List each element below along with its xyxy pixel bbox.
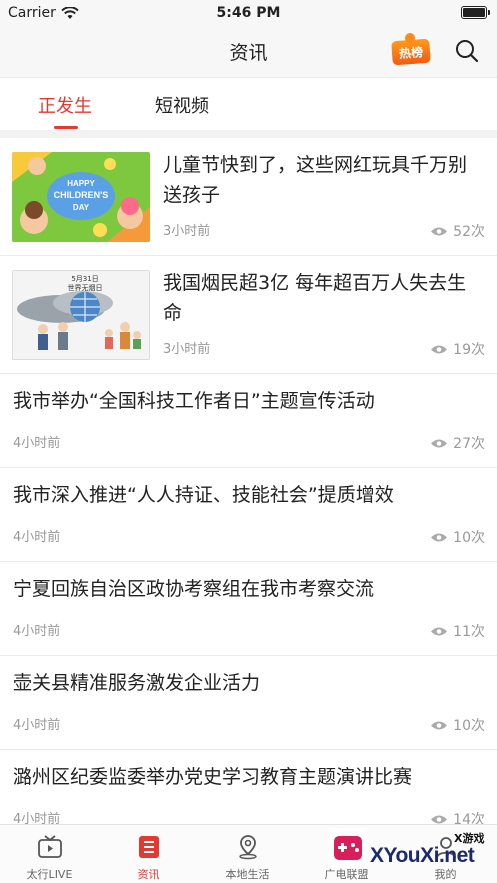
watermark: X游戏 XYouXi.net — [328, 826, 497, 883]
tabbar-label: 本地生活 — [225, 868, 270, 881]
news-feed: HAPPY CHILDREN'S DAY 儿童节快到了，这些网红玩具千万别送孩子… — [0, 138, 497, 844]
news-title: 壶关县精准服务激发企业活力 — [13, 672, 261, 694]
thumb-caption: 5月31日 — [71, 275, 98, 283]
eye-icon — [431, 227, 448, 235]
tv-icon — [38, 835, 62, 858]
news-item[interactable]: 壶关县精准服务激发企业活力 4小时前 10次 — [0, 656, 497, 750]
gamepad-logo-icon — [328, 828, 368, 868]
tabbar-item-live[interactable]: 太行LIVE — [0, 825, 99, 883]
tab-happening[interactable]: 正发生 — [38, 92, 92, 118]
status-bar: Carrier 5:46 PM — [0, 0, 497, 26]
thumb-caption: DAY — [73, 203, 90, 212]
eye-icon — [431, 533, 448, 541]
thumb-caption: HAPPY — [67, 179, 95, 188]
news-time: 4小时前 — [13, 530, 61, 545]
news-time: 3小时前 — [163, 224, 211, 239]
eye-icon — [431, 721, 448, 729]
news-item[interactable]: 5月31日 世界无烟日 我国烟民超3亿 每年超百万人失去生命 3小时前 19次 — [0, 256, 497, 374]
view-count: 11次 — [430, 621, 485, 641]
news-title: 潞州区纪委监委举办党史学习教育主题演讲比赛 — [13, 766, 413, 788]
news-icon — [139, 836, 159, 858]
news-item[interactable]: 宁夏回族自治区政协考察组在我市考察交流 4小时前 11次 — [0, 562, 497, 656]
view-count-value: 10次 — [453, 530, 485, 546]
tabbar-item-local-life[interactable]: 本地生活 — [198, 825, 297, 883]
news-title: 我国烟民超3亿 每年超百万人失去生命 — [163, 272, 467, 324]
thumb-caption: 世界无烟日 — [68, 283, 103, 292]
news-thumbnail: 5月31日 世界无烟日 — [12, 270, 150, 360]
search-icon[interactable] — [454, 38, 480, 64]
news-title: 我市深入推进“人人持证、技能社会”提质增效 — [13, 484, 394, 506]
news-title: 宁夏回族自治区政协考察组在我市考察交流 — [13, 578, 375, 600]
news-title: 儿童节快到了，这些网红玩具千万别送孩子 — [163, 154, 468, 206]
news-item[interactable]: HAPPY CHILDREN'S DAY 儿童节快到了，这些网红玩具千万别送孩子… — [0, 138, 497, 256]
eye-icon — [431, 815, 448, 823]
tabbar-label: 太行LIVE — [26, 868, 73, 881]
active-tab-indicator — [54, 126, 78, 129]
news-time: 4小时前 — [13, 624, 61, 639]
eye-icon — [431, 439, 448, 447]
content-tabs: 正发生 短视频 — [0, 78, 497, 130]
view-count: 27次 — [430, 433, 485, 453]
tab-short-video[interactable]: 短视频 — [155, 92, 209, 118]
clock: 5:46 PM — [216, 5, 281, 21]
news-item[interactable]: 我市举办“全国科技工作者日”主题宣传活动 4小时前 27次 — [0, 374, 497, 468]
news-time: 4小时前 — [13, 718, 61, 733]
nav-bar: 资讯 热榜 — [0, 26, 497, 78]
view-count-value: 19次 — [453, 342, 485, 358]
view-count-value: 52次 — [453, 224, 485, 240]
view-count-value: 10次 — [453, 718, 485, 734]
thumb-caption: CHILDREN'S — [54, 190, 109, 200]
view-count-value: 11次 — [453, 624, 485, 640]
watermark-text: XYouXi.net — [370, 844, 475, 867]
news-thumbnail: HAPPY CHILDREN'S DAY — [12, 152, 150, 242]
tabbar-label: 资讯 — [137, 868, 160, 881]
news-time: 3小时前 — [163, 342, 211, 357]
eye-icon — [431, 627, 448, 635]
news-time: 4小时前 — [13, 436, 61, 451]
location-icon — [239, 835, 257, 860]
news-title: 我市举办“全国科技工作者日”主题宣传活动 — [13, 390, 375, 412]
view-count: 10次 — [430, 715, 485, 735]
hot-list-button[interactable]: 热榜 — [391, 38, 431, 66]
view-count: 19次 — [430, 339, 485, 359]
view-count-value: 27次 — [453, 436, 485, 452]
view-count: 10次 — [430, 527, 485, 547]
view-count: 52次 — [430, 221, 485, 241]
news-item[interactable]: 我市深入推进“人人持证、技能社会”提质增效 4小时前 10次 — [0, 468, 497, 562]
eye-icon — [431, 345, 448, 353]
battery-icon — [461, 6, 490, 19]
section-divider — [0, 130, 497, 138]
tabbar-item-news[interactable]: 资讯 — [99, 825, 198, 883]
